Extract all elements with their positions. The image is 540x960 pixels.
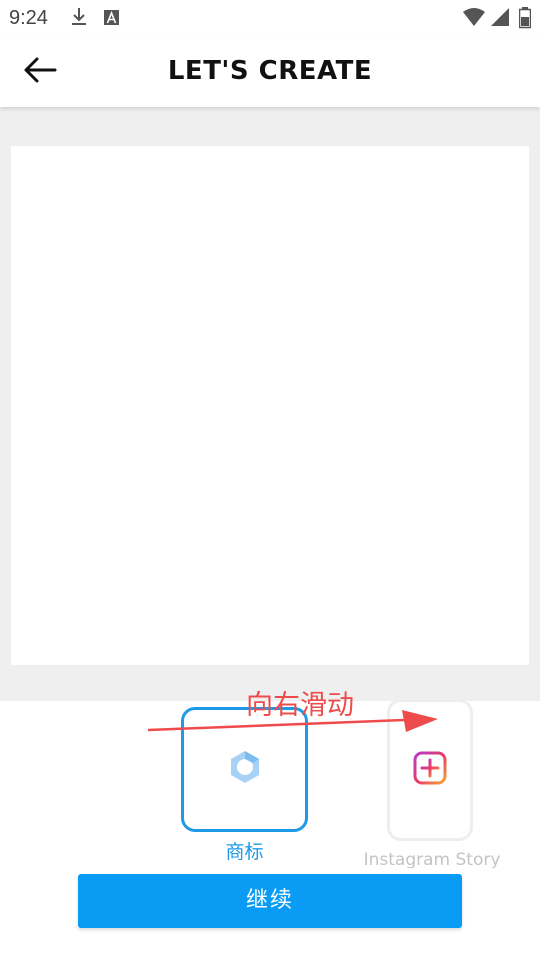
instagram-add-icon: [413, 751, 447, 790]
wifi-icon: [462, 7, 486, 32]
page-title: LET'S CREATE: [167, 56, 373, 86]
status-time: 9:24: [9, 7, 48, 29]
continue-button[interactable]: 继续: [78, 874, 462, 928]
status-bar: 9:24: [0, 0, 540, 36]
font-icon: [104, 7, 119, 32]
design-canvas[interactable]: [11, 146, 529, 665]
battery-icon: [518, 7, 532, 34]
template-logo-label: 商标: [225, 841, 264, 863]
template-instagram-story-label: Instagram Story: [363, 850, 501, 868]
download-icon: [70, 7, 88, 32]
canvas-area: [0, 107, 540, 701]
signal-icon: [490, 7, 510, 32]
arrow-left-icon: [23, 57, 57, 88]
app-header: LET'S CREATE: [0, 36, 540, 107]
logo-ring-icon: [227, 749, 263, 790]
swipe-right-arrow-icon: [146, 706, 442, 745]
back-button[interactable]: [20, 56, 60, 88]
